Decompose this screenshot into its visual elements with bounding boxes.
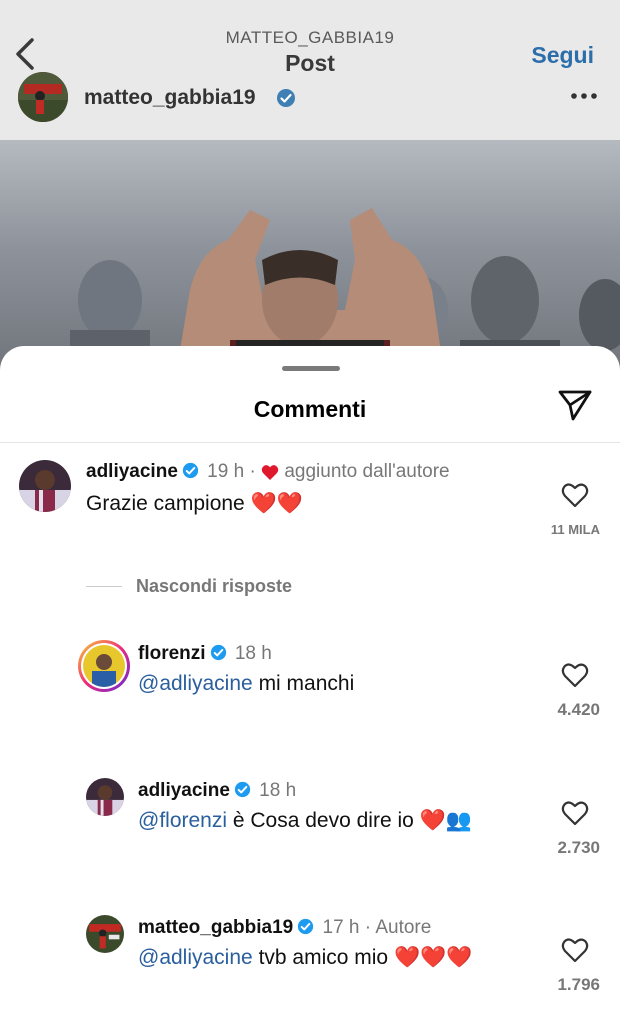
emoji: ❤️👥 <box>419 809 472 832</box>
comment-meta: adliyacine 18 h <box>138 780 296 802</box>
heart-outline-icon[interactable] <box>561 800 589 826</box>
verified-badge-icon <box>182 462 199 479</box>
comment-time: 17 h <box>322 917 360 938</box>
avatar[interactable] <box>78 640 130 692</box>
comment-username[interactable]: matteo_gabbia19 <box>138 917 293 938</box>
heart-outline-icon[interactable] <box>561 937 589 963</box>
verified-badge-icon <box>298 918 314 935</box>
post-author-avatar[interactable] <box>18 72 68 122</box>
comment-username[interactable]: adliyacine <box>86 461 178 482</box>
emoji: ❤️❤️❤️ <box>393 946 473 969</box>
comment-time: 19 h <box>207 461 245 482</box>
comment-text: @adliyacine mi manchi <box>138 672 355 695</box>
like-count: 2.730 <box>557 838 600 857</box>
heart-outline-icon[interactable] <box>561 662 589 688</box>
mention-link[interactable]: @florenzi <box>138 809 227 832</box>
like-count: 11 MILA <box>550 522 600 537</box>
avatar[interactable] <box>19 460 71 512</box>
comment-time: 18 h <box>234 643 272 664</box>
author-liked-badge: aggiunto dall'autore <box>284 461 450 482</box>
author-badge: Autore <box>375 917 432 938</box>
comments-sheet: Commenti adliyacine 19 h · aggiunto dall… <box>0 346 620 1015</box>
comment-time: 18 h <box>259 780 297 801</box>
reply-item: adliyacine 18 h @florenzi è Cosa devo di… <box>0 776 620 886</box>
verified-badge-icon <box>234 781 251 798</box>
sheet-grabber[interactable] <box>282 366 340 371</box>
comment-text: @florenzi è Cosa devo dire io ❤️👥 <box>138 809 472 832</box>
comment-text: Grazie campione ❤️❤️ <box>86 492 303 515</box>
avatar[interactable] <box>86 915 124 953</box>
comment-username[interactable]: adliyacine <box>138 780 230 801</box>
like-count: 4.420 <box>557 700 600 719</box>
divider <box>0 442 620 443</box>
comment-meta: florenzi 18 h <box>138 643 272 665</box>
mention-link[interactable]: @adliyacine <box>138 672 253 695</box>
top-bar: MATTEO_GABBIA19 Post Segui matteo_gabbia… <box>0 0 620 140</box>
comment-meta: matteo_gabbia19 17 h · Autore <box>138 917 431 939</box>
reply-item: florenzi 18 h @adliyacine mi manchi 4.42… <box>0 638 620 748</box>
meta-separator: · <box>249 461 256 482</box>
heart-outline-icon[interactable] <box>561 482 589 508</box>
sheet-title: Commenti <box>253 396 367 422</box>
meta-separator: · <box>364 917 372 938</box>
post-background: MATTEO_GABBIA19 Post Segui matteo_gabbia… <box>0 0 620 380</box>
verified-badge-icon <box>210 644 226 661</box>
page-title: Post <box>285 50 335 76</box>
comment-username[interactable]: florenzi <box>138 643 206 664</box>
comment-text: @adliyacine tvb amico mio ❤️❤️❤️ <box>138 946 473 969</box>
post-author-username[interactable]: matteo_gabbia19 <box>84 86 256 110</box>
comment-item: adliyacine 19 h · aggiunto dall'autore G… <box>0 456 620 566</box>
avatar[interactable] <box>86 778 124 816</box>
account-label: MATTEO_GABBIA19 <box>225 28 395 47</box>
replies-divider <box>86 586 122 587</box>
reply-item: matteo_gabbia19 17 h · Autore @adliyacin… <box>0 913 620 1015</box>
send-icon[interactable] <box>557 388 593 422</box>
emoji: ❤️❤️ <box>250 492 303 515</box>
ellipsis-icon[interactable] <box>570 92 598 100</box>
hide-replies-button[interactable]: Nascondi risposte <box>136 576 292 597</box>
heart-filled-icon <box>261 465 279 480</box>
like-count: 1.796 <box>557 975 600 994</box>
comment-meta: adliyacine 19 h · aggiunto dall'autore <box>86 461 450 483</box>
mention-link[interactable]: @adliyacine <box>138 946 253 969</box>
follow-button[interactable]: Segui <box>531 42 594 69</box>
post-photo <box>0 140 620 380</box>
verified-badge-icon <box>277 89 295 107</box>
